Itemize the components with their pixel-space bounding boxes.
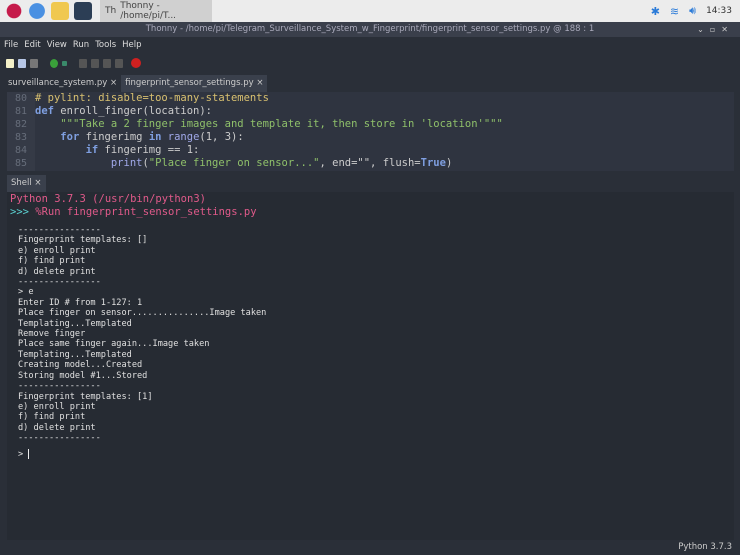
code-text: enroll_finger(location): xyxy=(53,105,213,117)
line-number: 84 xyxy=(14,145,28,156)
code-line: 82 """Take a 2 finger images and templat… xyxy=(7,118,503,131)
code-line: 81 def enroll_finger(location): xyxy=(7,105,212,118)
code-editor[interactable]: 80 # pylint: disable=too-many-statements … xyxy=(7,92,734,171)
keyword: if xyxy=(85,144,99,156)
code-line: 85 print("Place finger on sensor...", en… xyxy=(7,157,452,170)
shell-prompt: >>> xyxy=(10,206,29,218)
line-number: 81 xyxy=(14,106,28,117)
menu-tools[interactable]: Tools xyxy=(95,37,116,53)
task-label: Thonny - /home/pi/T... xyxy=(120,1,177,21)
run-command: %Run fingerprint_sensor_settings.py xyxy=(28,206,257,218)
taskbar-thonny-task[interactable]: Th Thonny - /home/pi/T... xyxy=(100,0,212,22)
resume-icon[interactable] xyxy=(115,58,123,68)
menu-help[interactable]: Help xyxy=(122,37,141,53)
menubar: File Edit View Run Tools Help xyxy=(0,37,740,53)
input-prompt: > xyxy=(18,449,29,460)
tab-shell[interactable]: Shell × xyxy=(7,175,46,192)
open-file-icon[interactable] xyxy=(18,58,26,68)
step-into-icon[interactable] xyxy=(91,58,99,68)
code-line: # pylint: disable=too-many-statements xyxy=(35,92,269,104)
text-cursor xyxy=(28,448,30,459)
window-title: Thonny - /home/pi/Telegram_Surveillance_… xyxy=(145,24,595,34)
line-number: 80 xyxy=(14,93,28,104)
code-text: fingerimg xyxy=(79,131,149,143)
keyword: for xyxy=(60,131,80,143)
code-text: fingerimg == 1: xyxy=(98,144,200,156)
shell-output: ---------------- Fingerprint templates: … xyxy=(18,225,267,444)
terminal-icon[interactable] xyxy=(74,2,92,20)
code-text: , end="", flush= xyxy=(319,157,421,169)
maximize-icon[interactable]: ▫ xyxy=(710,25,721,34)
debug-icon[interactable] xyxy=(62,60,67,66)
python-version-line: Python 3.7.3 (/usr/bin/python3) xyxy=(10,193,206,205)
clock[interactable]: 14:33 xyxy=(706,6,732,16)
stop-icon[interactable] xyxy=(131,58,141,68)
window-title-bar: Thonny - /home/pi/Telegram_Surveillance_… xyxy=(0,22,740,37)
line-number: 85 xyxy=(14,158,28,169)
status-bar: Python 3.7.3 xyxy=(0,540,740,555)
run-icon[interactable] xyxy=(50,58,58,68)
bluetooth-icon[interactable]: ✱ xyxy=(651,5,660,18)
menu-edit[interactable]: Edit xyxy=(24,37,40,53)
interpreter-label[interactable]: Python 3.7.3 xyxy=(678,542,732,552)
docstring: """Take a 2 finger images and template i… xyxy=(60,118,503,130)
new-file-icon[interactable] xyxy=(6,58,14,68)
taskbar: Th Thonny - /home/pi/T... ✱ ≋ 🔊︎ 14:33 xyxy=(0,0,740,22)
builtin: print xyxy=(110,157,143,169)
menu-run[interactable]: Run xyxy=(73,37,89,53)
raspberry-menu-icon[interactable] xyxy=(5,2,23,20)
builtin: range xyxy=(161,131,200,143)
line-number: 82 xyxy=(14,119,28,130)
step-out-icon[interactable] xyxy=(103,58,111,68)
line-number: 83 xyxy=(14,132,28,143)
volume-icon[interactable]: 🔊︎ xyxy=(689,4,696,18)
wifi-icon[interactable]: ≋ xyxy=(670,5,679,18)
code-text: (1, 3): xyxy=(199,131,244,143)
keyword: in xyxy=(148,131,162,143)
shell-panel[interactable]: Python 3.7.3 (/usr/bin/python3) >>> %Run… xyxy=(7,192,734,540)
thonny-icon: Th xyxy=(105,6,117,16)
tab-surveillance-system[interactable]: surveillance_system.py × xyxy=(4,75,122,92)
code-line: 83 for fingerimg in range(1, 3): xyxy=(7,131,244,144)
shell-input-line[interactable]: > xyxy=(7,448,734,460)
string: "Place finger on sensor..." xyxy=(148,157,320,169)
menu-view[interactable]: View xyxy=(47,37,67,53)
code-line: 84 if fingerimg == 1: xyxy=(7,144,199,157)
tab-fingerprint-sensor-settings[interactable]: fingerprint_sensor_settings.py × xyxy=(121,75,268,92)
toolbar xyxy=(0,53,740,73)
code-text: ) xyxy=(445,157,453,169)
close-icon[interactable]: ✕ xyxy=(721,25,734,34)
editor-tabs: surveillance_system.py × fingerprint_sen… xyxy=(4,75,268,92)
minimize-icon[interactable]: ⌄ xyxy=(697,25,710,34)
browser-icon[interactable] xyxy=(28,2,46,20)
step-over-icon[interactable] xyxy=(79,58,87,68)
menu-file[interactable]: File xyxy=(4,37,18,53)
save-icon[interactable] xyxy=(30,58,38,68)
file-manager-icon[interactable] xyxy=(51,2,69,20)
keyword: True xyxy=(420,157,446,169)
keyword: def xyxy=(35,105,54,117)
